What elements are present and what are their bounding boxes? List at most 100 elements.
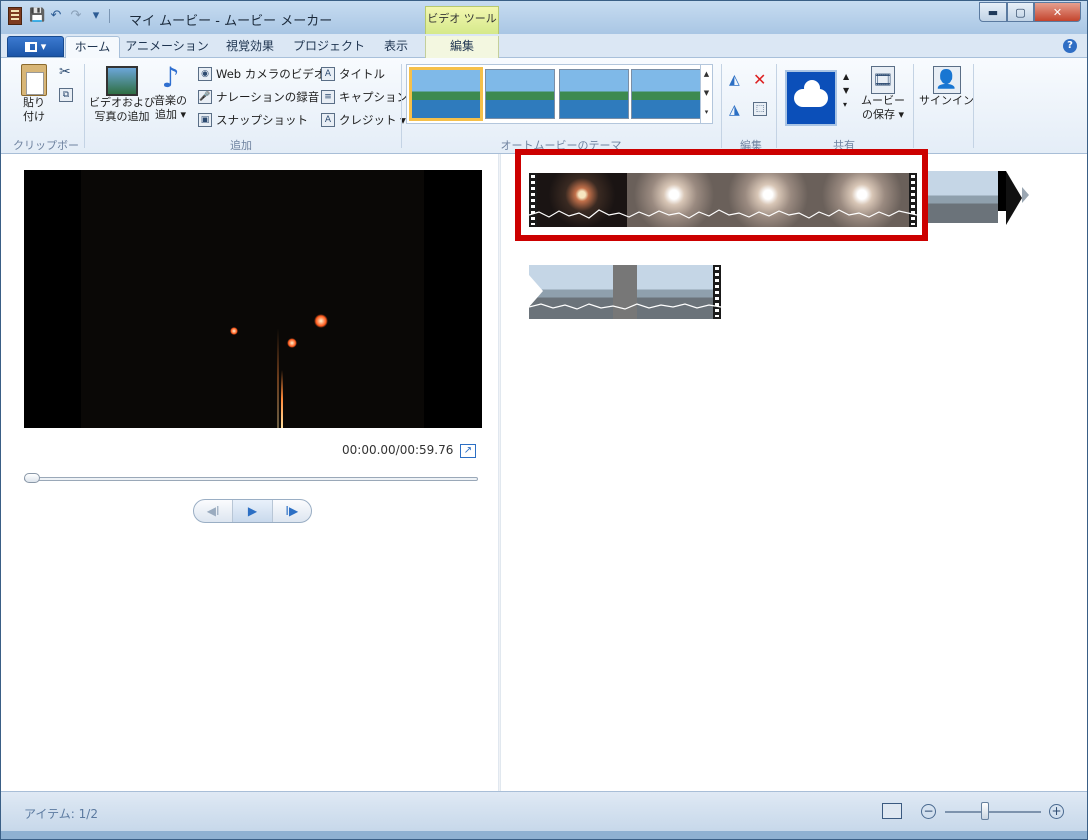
title-button[interactable]: A タイトル [321, 66, 385, 82]
zoom-in-button[interactable]: + [1049, 804, 1064, 819]
video-photo-icon [106, 66, 138, 96]
qat-separator [109, 9, 110, 23]
clip-landscape-start[interactable] [926, 171, 1006, 223]
items-count: アイテム: 1/2 [24, 807, 98, 821]
clip-frame [926, 171, 998, 223]
title-bar: 💾 ↶ ↷ ▾ マイ ムービー - ムービー メーカー ビデオ ツール ▬ ▢ … [1, 1, 1087, 34]
preview-pane: 00:00.00/00:59.76 ↗ ◀Ⅰ ▶ Ⅰ▶ [1, 154, 498, 791]
zoom-slider-track[interactable] [945, 811, 1041, 813]
previous-frame-button[interactable]: ◀Ⅰ [194, 500, 234, 522]
add-video-photo-button[interactable]: ビデオおよび 写真の追加 [89, 66, 155, 124]
caption-button[interactable]: ≡ キャプション [321, 89, 408, 105]
seek-bar[interactable] [24, 473, 478, 483]
close-button[interactable]: ✕ [1034, 2, 1081, 22]
play-button[interactable]: ▶ [233, 500, 273, 522]
rotate-left-icon[interactable]: ◭ [729, 72, 740, 88]
app-window: 💾 ↶ ↷ ▾ マイ ムービー - ムービー メーカー ビデオ ツール ▬ ▢ … [0, 0, 1088, 840]
webcam-video-button[interactable]: ◉ Web カメラのビデオ [198, 66, 325, 82]
status-bar: アイテム: 1/2 − + [1, 791, 1087, 831]
theme-thumbnail[interactable] [409, 67, 483, 121]
cut-icon[interactable]: ✂ [59, 64, 71, 80]
copy-glyph: ⧉ [59, 88, 73, 102]
paste-label-line2: 付け [23, 110, 45, 123]
paste-button[interactable]: 貼り 付け [21, 64, 47, 124]
seek-thumb[interactable] [24, 473, 40, 483]
paste-label-line1: 貼り [23, 96, 45, 109]
transition-arrow-tip [1022, 187, 1029, 203]
add-music-line1: 音楽の [154, 94, 187, 107]
signin-button[interactable]: 👤 サインイン [919, 66, 974, 108]
quick-access-toolbar: 💾 ↶ ↷ ▾ [29, 9, 110, 23]
add-video-photo-line1: ビデオおよび [89, 96, 155, 109]
microphone-icon: 🎤 [198, 90, 212, 104]
file-menu-caret: ▾ [40, 40, 47, 53]
theme-thumbnail[interactable] [631, 69, 701, 119]
audio-waveform [529, 303, 721, 310]
share-scroll-arrows[interactable]: ▲ ▼ ▾ [843, 70, 849, 112]
storyboard-view-icon[interactable] [882, 803, 902, 819]
clip-frame-edge [998, 171, 1006, 211]
tab-view[interactable]: 表示 [373, 36, 419, 58]
help-icon[interactable]: ? [1063, 39, 1077, 53]
caption-label: キャプション [339, 90, 408, 104]
zoom-out-button[interactable]: − [921, 804, 936, 819]
tab-project[interactable]: プロジェクト [291, 36, 367, 58]
group-separator [973, 64, 974, 148]
automovie-theme-gallery: ▲ ▼ ▾ [406, 64, 713, 124]
group-separator [776, 64, 777, 148]
save-icon[interactable]: 💾 [29, 9, 45, 23]
title-icon: A [321, 67, 335, 81]
tab-visual-effects[interactable]: 視覚効果 [215, 36, 285, 58]
playback-time: 00:00.00/00:59.76 [342, 443, 454, 457]
paste-icon [21, 64, 47, 96]
window-controls: ▬ ▢ ✕ [979, 2, 1081, 22]
select-all-icon[interactable]: ⬚ [753, 102, 767, 116]
add-music-button[interactable]: ♪ 音楽の 追加 ▾ [154, 62, 187, 122]
title-label: タイトル [339, 67, 385, 81]
maximize-button[interactable]: ▢ [1007, 2, 1034, 22]
tab-edit[interactable]: 編集 [425, 36, 499, 58]
save-movie-button[interactable]: 🎞 ムービー の保存 ▾ [861, 66, 905, 122]
group-separator [401, 64, 402, 148]
caption-icon: ≡ [321, 90, 335, 104]
app-icon[interactable] [8, 7, 22, 25]
redo-icon[interactable]: ↷ [69, 9, 83, 23]
undo-icon[interactable]: ↶ [49, 9, 63, 23]
webcam-label: Web カメラのビデオ [216, 67, 326, 81]
firework-spark [287, 338, 297, 348]
zoom-slider-thumb[interactable] [981, 802, 989, 820]
onedrive-share-button[interactable] [785, 70, 837, 126]
select-all-glyph: ⬚ [753, 102, 767, 116]
firework-spark [230, 327, 238, 335]
tab-animations[interactable]: アニメーション [125, 36, 209, 58]
customize-qat-icon[interactable]: ▾ [89, 9, 103, 23]
rotate-right-icon[interactable]: ◮ [729, 102, 740, 118]
record-narration-button[interactable]: 🎤 ナレーションの録音 ▾ [198, 89, 329, 105]
credits-label: クレジット ▾ [339, 113, 406, 127]
next-frame-button[interactable]: Ⅰ▶ [273, 500, 311, 522]
transition-marker [1006, 171, 1022, 225]
ribbon: 貼り 付け ✂ ⧉ クリップボード ビデオおよび 写真の追加 ♪ 音楽の 追加 … [1, 58, 1087, 168]
video-preview[interactable] [24, 170, 482, 428]
minimize-button[interactable]: ▬ [979, 2, 1007, 22]
copy-icon[interactable]: ⧉ [59, 88, 73, 102]
webcam-icon: ◉ [198, 67, 212, 81]
group-label-add: 追加 [230, 139, 252, 152]
gallery-scroll-arrows[interactable]: ▲ ▼ ▾ [700, 65, 712, 123]
group-separator [721, 64, 722, 148]
snapshot-icon: ▣ [198, 113, 212, 127]
signin-label: サインイン [919, 94, 974, 107]
selection-highlight [515, 149, 928, 241]
storyboard-pane [501, 149, 1087, 791]
snapshot-button[interactable]: ▣ スナップショット [198, 112, 308, 128]
tab-home[interactable]: ホーム [65, 36, 120, 58]
snapshot-label: スナップショット [216, 113, 308, 127]
credits-button[interactable]: A クレジット ▾ [321, 112, 406, 128]
file-menu-button[interactable]: ▾ [7, 36, 64, 57]
group-separator [84, 64, 85, 148]
theme-thumbnail[interactable] [485, 69, 555, 119]
clip-landscape[interactable] [529, 265, 721, 319]
fullscreen-icon[interactable]: ↗ [460, 444, 476, 458]
theme-thumbnail[interactable] [559, 69, 629, 119]
remove-icon[interactable]: ✕ [753, 70, 766, 89]
